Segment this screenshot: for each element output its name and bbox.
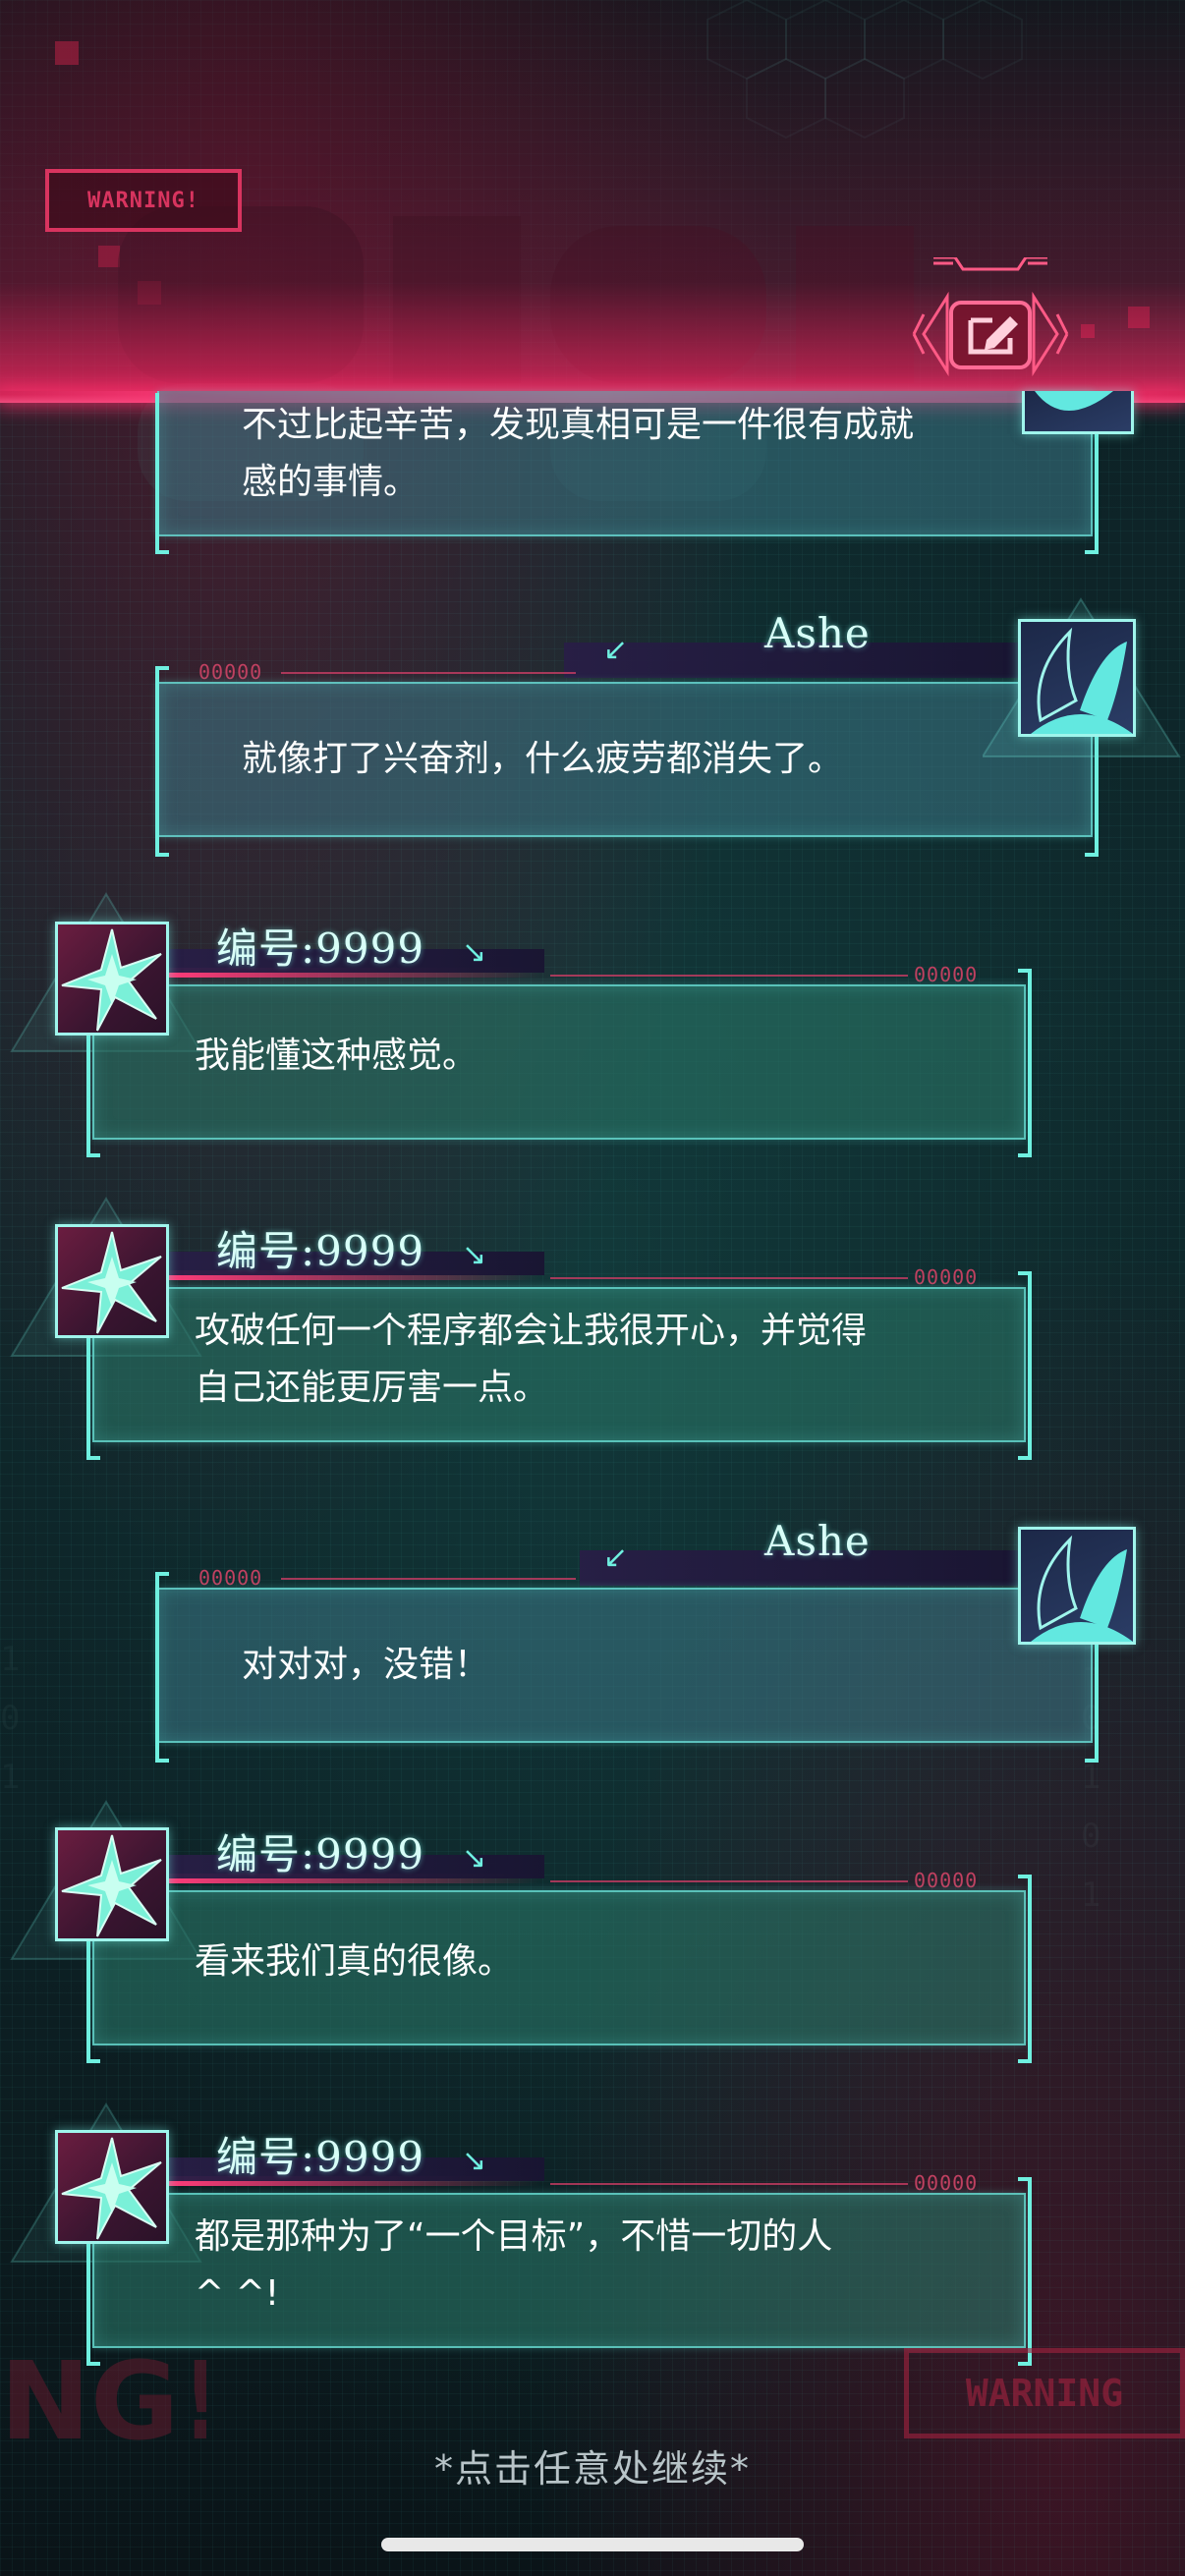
- ashe-avatar: [1018, 619, 1136, 737]
- serial-number: 00000: [198, 1566, 263, 1590]
- dialogue-screen[interactable]: 101 010 101 WARNING!: [0, 0, 1185, 2576]
- serial-divider: [550, 975, 908, 977]
- dialogue-box-npc: 都是那种为了“一个目标”，不惜一切的人 ^ ^!: [92, 2193, 1026, 2348]
- serial-number: 00000: [914, 1265, 979, 1289]
- dialogue-text: 我能懂这种感觉。: [195, 1036, 479, 1076]
- background-warning-badge: WARNING: [904, 2348, 1185, 2438]
- svg-text:0: 0: [1081, 1817, 1100, 1856]
- serial-divider: [550, 1277, 908, 1279]
- rabbit-ears-icon: [1035, 391, 1113, 411]
- return-arrow-icon: ↙: [603, 1540, 629, 1575]
- serial-number: 00000: [914, 963, 979, 986]
- box-bracket-left: [155, 1572, 169, 1763]
- rabbit-ears-icon: [1031, 627, 1133, 734]
- serial-divider: [550, 1880, 908, 1882]
- star-emblem-icon: [61, 1834, 162, 1937]
- dialogue-box-npc: 我能懂这种感觉。: [92, 984, 1026, 1140]
- dialogue-text: 就像打了兴奋剂，什么疲劳都消失了。: [242, 739, 844, 779]
- rabbit-ears-icon: [1031, 1535, 1133, 1642]
- box-bracket-right: [1018, 969, 1032, 1157]
- return-arrow-icon: ↘: [462, 1841, 487, 1876]
- box-bracket-right: [1018, 1875, 1032, 2063]
- serial-divider: [550, 2183, 908, 2185]
- dialogue-text: 攻破任何一个程序都会让我很开心，并觉得 自己还能更厉害一点。: [195, 1311, 868, 1408]
- speaker-name: 编号:9999: [216, 2133, 425, 2181]
- speaker-name: 编号:9999: [216, 924, 425, 973]
- speaker-name: 编号:9999: [216, 1227, 425, 1275]
- speaker-name: Ashe: [764, 609, 871, 657]
- star-emblem-icon: [61, 928, 162, 1032]
- star-emblem-icon: [61, 2137, 162, 2240]
- dialogue-text: 看来我们真的很像。: [195, 1941, 514, 1982]
- serial-number: 00000: [914, 1869, 979, 1892]
- warning-badge: WARNING!: [45, 169, 242, 232]
- serial-number: 00000: [198, 660, 263, 684]
- dialogue-text: 不过比起辛苦，发现真相可是一件很有成就 感的事情。: [242, 405, 915, 502]
- box-bracket-right: [1018, 1271, 1032, 1460]
- svg-text:1: 1: [1081, 1876, 1100, 1915]
- dialogue-text: 都是那种为了“一个目标”，不惜一切的人 ^ ^!: [195, 2216, 833, 2314]
- star-emblem-icon: [61, 1231, 162, 1334]
- serial-divider: [281, 1578, 576, 1580]
- svg-text:0: 0: [0, 1699, 20, 1738]
- edit-log-button[interactable]: [904, 255, 1077, 405]
- dialogue-text: 对对对，没错！: [242, 1645, 490, 1685]
- speaker-name: 编号:9999: [216, 1830, 425, 1878]
- speaker-name: Ashe: [764, 1517, 871, 1565]
- npc-avatar: [55, 2130, 169, 2244]
- dialogue-box-ashe: 对对对，没错！: [157, 1588, 1093, 1743]
- continue-hint: *点击任意处继续*: [433, 2447, 751, 2491]
- box-bracket-right: [1018, 2177, 1032, 2366]
- return-arrow-icon: ↘: [462, 1238, 487, 1272]
- home-indicator[interactable]: [381, 2538, 804, 2551]
- dialogue-box-npc: 看来我们真的很像。: [92, 1890, 1026, 2045]
- dialogue-box-npc: 攻破任何一个程序都会让我很开心，并觉得 自己还能更厉害一点。: [92, 1287, 1026, 1442]
- box-bracket-left: [155, 666, 169, 857]
- ashe-avatar: [1018, 1527, 1136, 1645]
- npc-avatar: [55, 1224, 169, 1338]
- npc-avatar: [55, 922, 169, 1036]
- svg-text:1: 1: [0, 1758, 20, 1797]
- return-arrow-icon: ↘: [462, 935, 487, 970]
- return-arrow-icon: ↘: [462, 2144, 487, 2178]
- svg-text:1: 1: [1081, 1758, 1100, 1797]
- serial-divider: [281, 672, 576, 674]
- box-bracket-left: [155, 393, 169, 554]
- ashe-avatar: [1022, 391, 1134, 434]
- edit-pencil-icon: [912, 255, 1069, 377]
- return-arrow-icon: ↙: [603, 633, 629, 667]
- dialogue-box-ashe: 就像打了兴奋剂，什么疲劳都消失了。: [157, 682, 1093, 837]
- npc-avatar: [55, 1827, 169, 1941]
- svg-text:1: 1: [0, 1640, 20, 1679]
- serial-number: 00000: [914, 2171, 979, 2195]
- dialogue-box-ashe: 不过比起辛苦，发现真相可是一件很有成就 感的事情。: [157, 391, 1093, 536]
